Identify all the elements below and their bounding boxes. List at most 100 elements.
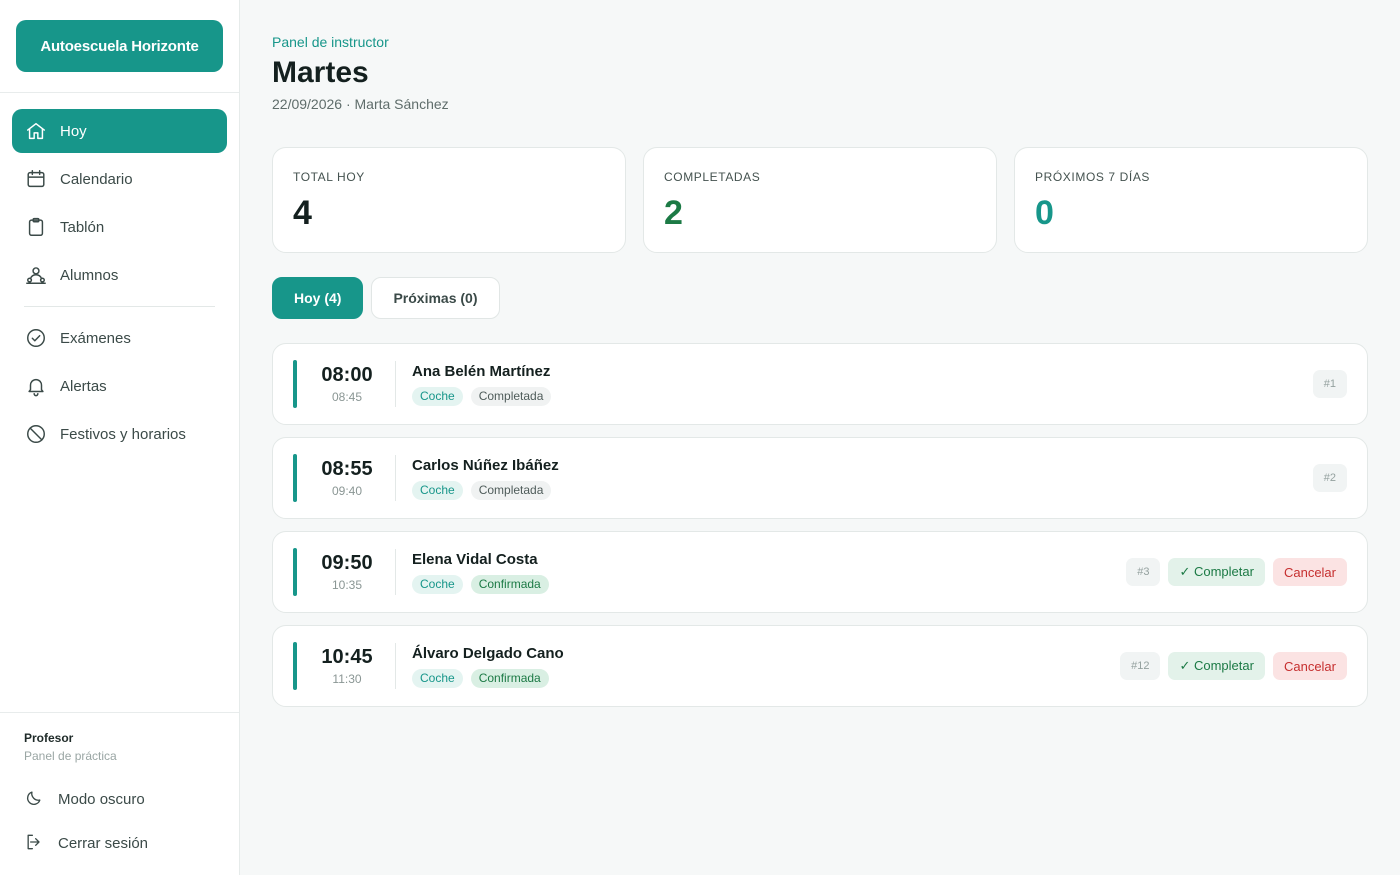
lesson-start-time: 08:00 (321, 364, 373, 386)
dark-mode-toggle[interactable]: Modo oscuro (12, 777, 227, 821)
page-subline: 22/09/2026 · Marta Sánchez (272, 96, 449, 112)
status-badge: Confirmada (470, 574, 549, 594)
brand-wrap: Autoescuela Horizonte (0, 0, 239, 93)
lesson-row[interactable]: 10:45 11:30 Álvaro Delgado Cano Coche Co… (272, 625, 1368, 707)
lesson-divider (395, 455, 396, 501)
lesson-end-time: 09:40 (331, 484, 363, 498)
lesson-number-badge: #2 (1312, 464, 1347, 492)
lesson-time: 09:50 10:35 (315, 552, 379, 592)
vehicle-tag: Coche (412, 574, 463, 594)
stat-label: PRÓXIMOS 7 DÍAS (1035, 170, 1151, 184)
user-role: Profesor (24, 731, 74, 745)
dark-mode-label: Modo oscuro (58, 790, 145, 808)
lesson-info: Álvaro Delgado Cano Coche Confirmada (412, 645, 1120, 688)
sidebar: Autoescuela Horizonte Hoy Calendario Tab… (0, 0, 240, 875)
lesson-divider (395, 643, 396, 689)
sidebar-item-hoy[interactable]: Hoy (12, 109, 227, 153)
lesson-list: 08:00 08:45 Ana Belén Martínez Coche Com… (272, 343, 1368, 707)
logout-label: Cerrar sesión (58, 834, 149, 852)
lesson-accent-bar (293, 642, 297, 690)
lesson-divider (395, 361, 396, 407)
stat-label: TOTAL HOY (293, 170, 365, 184)
sidebar-item-festivos[interactable]: Festivos y horarios (12, 412, 227, 456)
moon-icon (24, 788, 46, 810)
page-eyebrow: Panel de instructor (272, 34, 389, 50)
student-name: Álvaro Delgado Cano (412, 644, 564, 662)
sidebar-item-label: Tablón (60, 218, 105, 236)
clipboard-icon (24, 215, 48, 239)
lesson-start-time: 10:45 (321, 646, 373, 668)
lesson-actions: #3 ✓ Completar Cancelar (1126, 558, 1347, 586)
cancel-button[interactable]: Cancelar (1272, 652, 1347, 680)
cancel-button[interactable]: Cancelar (1272, 558, 1347, 586)
lesson-end-time: 08:45 (331, 390, 363, 404)
lesson-tags: Coche Completada (412, 480, 1313, 500)
lesson-start-time: 09:50 (321, 552, 373, 574)
logout-icon (24, 832, 46, 854)
sidebar-footer: Profesor Panel de práctica Modo oscuro C… (0, 712, 239, 875)
lesson-number-badge: #3 (1126, 558, 1161, 586)
status-badge: Completada (470, 480, 552, 500)
sidebar-item-alumnos[interactable]: Alumnos (12, 253, 227, 297)
lesson-info: Carlos Núñez Ibáñez Coche Completada (412, 457, 1313, 500)
lesson-divider (395, 549, 396, 595)
sidebar-item-label: Exámenes (60, 329, 131, 347)
vehicle-tag: Coche (412, 668, 463, 688)
main-content: Panel de instructor Martes 22/09/2026 · … (240, 0, 1400, 875)
lesson-time: 08:55 09:40 (315, 458, 379, 498)
complete-button[interactable]: ✓ Completar (1168, 558, 1265, 586)
lesson-actions: #1 (1312, 370, 1347, 398)
lesson-time: 08:00 08:45 (315, 364, 379, 404)
student-name: Elena Vidal Costa (412, 550, 538, 568)
stat-card-completed: COMPLETADAS 2 (643, 147, 997, 253)
sidebar-item-tablon[interactable]: Tablón (12, 205, 227, 249)
sidebar-item-alertas[interactable]: Alertas (12, 364, 227, 408)
bell-icon (24, 374, 48, 398)
page-title: Martes (272, 56, 369, 89)
home-icon (24, 119, 48, 143)
tab-proximas[interactable]: Próximas (0) (371, 277, 500, 319)
tab-hoy[interactable]: Hoy (4) (272, 277, 364, 319)
lesson-tags: Coche Confirmada (412, 668, 1120, 688)
lesson-info: Elena Vidal Costa Coche Confirmada (412, 551, 1126, 594)
lesson-number-badge: #12 (1120, 652, 1161, 680)
lesson-accent-bar (293, 360, 297, 408)
status-badge: Confirmada (470, 668, 549, 688)
lesson-actions: #12 ✓ Completar Cancelar (1120, 652, 1347, 680)
lesson-end-time: 11:30 (332, 672, 362, 686)
vehicle-tag: Coche (412, 480, 463, 500)
stats-row: TOTAL HOY 4 COMPLETADAS 2 PRÓXIMOS 7 DÍA… (272, 147, 1368, 253)
sidebar-item-label: Calendario (60, 170, 133, 188)
stat-card-total: TOTAL HOY 4 (272, 147, 626, 253)
lesson-number-badge: #1 (1312, 370, 1347, 398)
sidebar-item-examenes[interactable]: Exámenes (12, 316, 227, 360)
lesson-row[interactable]: 08:00 08:45 Ana Belén Martínez Coche Com… (272, 343, 1368, 425)
lesson-info: Ana Belén Martínez Coche Completada (412, 363, 1313, 406)
lesson-tabs: Hoy (4) Próximas (0) (272, 277, 1368, 319)
vehicle-tag: Coche (412, 386, 463, 406)
calendar-icon (24, 167, 48, 191)
ban-icon (24, 422, 48, 446)
lesson-start-time: 08:55 (321, 458, 373, 480)
lesson-tags: Coche Completada (412, 386, 1313, 406)
status-badge: Completada (470, 386, 552, 406)
stat-value: 0 (1035, 194, 1054, 232)
sidebar-item-calendario[interactable]: Calendario (12, 157, 227, 201)
users-icon (24, 263, 48, 287)
stat-value: 4 (293, 194, 312, 232)
lesson-accent-bar (293, 454, 297, 502)
complete-button[interactable]: ✓ Completar (1168, 652, 1265, 680)
sidebar-item-label: Festivos y horarios (60, 425, 186, 443)
student-name: Carlos Núñez Ibáñez (412, 456, 559, 474)
lesson-row[interactable]: 08:55 09:40 Carlos Núñez Ibáñez Coche Co… (272, 437, 1368, 519)
lesson-tags: Coche Confirmada (412, 574, 1126, 594)
logout-button[interactable]: Cerrar sesión (12, 821, 227, 865)
sidebar-item-label: Hoy (60, 122, 87, 140)
stat-value: 2 (664, 194, 683, 232)
check-circle-icon (24, 326, 48, 350)
lesson-time: 10:45 11:30 (315, 646, 379, 686)
brand-logo[interactable]: Autoescuela Horizonte (16, 20, 223, 72)
student-name: Ana Belén Martínez (412, 362, 551, 380)
sidebar-item-label: Alumnos (60, 266, 119, 284)
lesson-row[interactable]: 09:50 10:35 Elena Vidal Costa Coche Conf… (272, 531, 1368, 613)
